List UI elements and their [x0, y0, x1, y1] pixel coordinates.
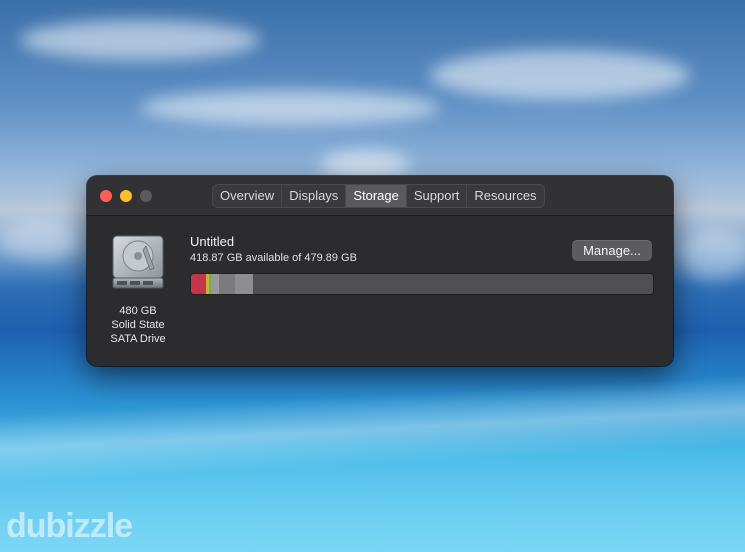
storage-segment-apps[interactable] — [191, 274, 207, 294]
titlebar: Overview Displays Storage Support Resour… — [87, 176, 673, 216]
cloud — [430, 50, 690, 100]
drive-capacity: 480 GB — [119, 305, 157, 317]
hard-drive-icon — [112, 235, 164, 289]
cloud — [680, 230, 745, 280]
storage-segment-system[interactable] — [218, 274, 235, 294]
tab-resources[interactable]: Resources — [467, 185, 543, 207]
close-button[interactable] — [100, 190, 112, 202]
storage-segment-other[interactable] — [210, 274, 219, 294]
drive-description: 480 GB Solid State SATA Drive — [97, 304, 179, 346]
tab-bar: Overview Displays Storage Support Resour… — [212, 184, 545, 208]
storage-usage-bar[interactable] — [190, 273, 654, 295]
cloud — [0, 220, 80, 260]
volume-name: Untitled — [190, 234, 235, 249]
minimize-button[interactable] — [120, 190, 132, 202]
cloud — [140, 90, 440, 125]
tab-support[interactable]: Support — [407, 185, 468, 207]
drive-interface: SATA Drive — [110, 333, 166, 345]
zoom-button — [140, 190, 152, 202]
drive-type: Solid State — [111, 319, 165, 331]
tab-displays[interactable]: Displays — [282, 185, 347, 207]
storage-segment-purgeable[interactable] — [234, 274, 254, 294]
tab-overview[interactable]: Overview — [213, 185, 283, 207]
about-this-mac-window: Overview Displays Storage Support Resour… — [87, 176, 673, 366]
watermark-logo: dubizzle — [6, 507, 133, 545]
cloud — [20, 20, 260, 60]
manage-button[interactable]: Manage... — [572, 240, 652, 261]
tab-storage[interactable]: Storage — [346, 185, 407, 207]
volume-availability: 418.87 GB available of 479.89 GB — [190, 252, 357, 264]
